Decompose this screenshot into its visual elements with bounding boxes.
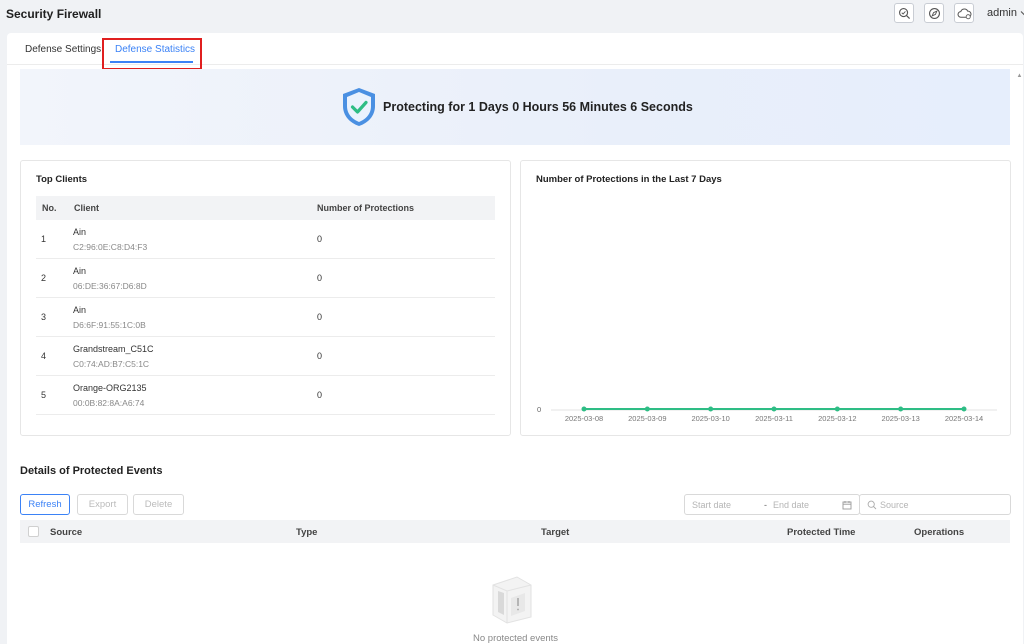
username: admin: [987, 7, 1017, 19]
calendar-icon: [842, 501, 852, 510]
user-menu[interactable]: admin: [987, 7, 1024, 19]
search-placeholder: Source: [880, 500, 909, 510]
column-header-target: Target: [541, 527, 570, 538]
protection-count: 0: [317, 351, 323, 361]
source-search-input[interactable]: Source: [859, 494, 1011, 515]
table-header: No. Client Number of Protections: [36, 196, 495, 220]
row-number: 1: [41, 234, 47, 244]
client-name: Ain: [73, 227, 87, 237]
tab-highlight-box: [102, 38, 202, 70]
start-date-input[interactable]: Start date: [692, 500, 731, 510]
top-clients-table: No. Client Number of Protections 1 Ain C…: [36, 196, 495, 415]
protections-chart: 0 2025-03-08 2025-03-09 2025-03-10 2025-03-1…: [537, 405, 997, 423]
data-point[interactable]: [961, 406, 967, 412]
table-row: 2 Ain 06:DE:36:67:D6:8D 0: [36, 259, 495, 298]
x-tick-label: 2025-03-08: [565, 414, 603, 423]
table-row: 3 Ain D6:6F:91:55:1C:0B 0: [36, 298, 495, 337]
column-header-source: Source: [50, 527, 83, 538]
shield-check-icon: [343, 88, 375, 126]
events-section-title: Details of Protected Events: [20, 465, 163, 477]
client-name: Grandstream_C51C: [73, 344, 154, 354]
main-card: Defense Settings Defense Statistics ▲ Pr…: [7, 33, 1023, 644]
column-header-no: No.: [42, 203, 57, 213]
cloud-button[interactable]: [954, 3, 974, 23]
top-clients-title: Top Clients: [36, 174, 88, 185]
top-bar: Security Firewall admin: [0, 0, 1024, 30]
delete-button[interactable]: Delete: [133, 494, 184, 515]
tab-bar: Defense Settings Defense Statistics: [7, 33, 1023, 70]
column-header-protected-time: Protected Time: [787, 527, 856, 538]
data-point[interactable]: [898, 406, 904, 412]
tab-defense-settings[interactable]: Defense Settings: [25, 44, 101, 55]
protection-count: 0: [317, 390, 323, 400]
table-row: 1 Ain C2:96:0E:C8:D4:F3 0: [36, 220, 495, 259]
export-button[interactable]: Export: [77, 494, 128, 515]
empty-state-text: No protected events: [473, 633, 559, 644]
client-name: Ain: [73, 266, 87, 276]
column-header-protections: Number of Protections: [317, 203, 415, 213]
data-point[interactable]: [771, 406, 777, 412]
row-number: 5: [41, 390, 47, 400]
protections-chart-panel: Number of Protections in the Last 7 Days…: [520, 160, 1011, 436]
search-settings-icon: [898, 7, 910, 19]
client-mac: D6:6F:91:55:1C:0B: [73, 320, 146, 330]
x-tick-label: 2025-03-14: [945, 414, 983, 423]
table-row: 4 Grandstream_C51C C0:74:AD:B7:C5:1C 0: [36, 337, 495, 376]
row-number: 2: [41, 273, 47, 283]
row-number: 3: [41, 312, 47, 322]
scroll-up-arrow-icon[interactable]: ▲: [1016, 73, 1023, 80]
data-point[interactable]: [581, 406, 587, 412]
x-tick-label: 2025-03-11: [755, 414, 793, 423]
column-header-operations: Operations: [914, 527, 965, 538]
y-tick-label: 0: [537, 405, 541, 414]
scrollbar[interactable]: ▲: [1016, 73, 1023, 644]
protection-banner: Protecting for 1 Days 0 Hours 56 Minutes…: [20, 69, 1010, 145]
column-header-type: Type: [296, 527, 318, 538]
refresh-button[interactable]: Refresh: [20, 494, 70, 515]
empty-state-icon: [492, 576, 532, 624]
cloud-icon: [957, 7, 971, 19]
search-icon: [867, 500, 877, 510]
data-point[interactable]: [834, 406, 840, 412]
chevron-down-icon: [1020, 11, 1024, 16]
events-table-header: Source Type Target Protected Time Operat…: [20, 520, 1010, 543]
protection-count: 0: [317, 312, 323, 322]
x-tick-label: 2025-03-13: [881, 414, 919, 423]
select-all-checkbox[interactable]: [28, 526, 39, 537]
protection-duration-text: Protecting for 1 Days 0 Hours 56 Minutes…: [383, 100, 693, 114]
data-point[interactable]: [644, 406, 650, 412]
date-range-picker[interactable]: Start date - End date: [684, 494, 860, 515]
compass-icon: [928, 7, 940, 19]
x-tick-label: 2025-03-09: [628, 414, 666, 423]
client-mac: 06:DE:36:67:D6:8D: [73, 281, 147, 291]
compass-button[interactable]: [924, 3, 944, 23]
row-number: 4: [41, 351, 47, 361]
x-tick-label: 2025-03-10: [691, 414, 729, 423]
column-header-client: Client: [74, 203, 100, 213]
client-mac: C0:74:AD:B7:C5:1C: [73, 359, 150, 369]
table-row: 5 Orange-ORG2135 00:0B:82:8A:A6:74 0: [36, 376, 495, 415]
client-mac: 00:0B:82:8A:A6:74: [73, 398, 145, 408]
client-mac: C2:96:0E:C8:D4:F3: [73, 242, 148, 252]
protection-count: 0: [317, 234, 323, 244]
client-name: Ain: [73, 305, 87, 315]
date-separator: -: [764, 500, 767, 510]
protection-count: 0: [317, 273, 323, 283]
app-title: Security Firewall: [6, 7, 102, 21]
end-date-input[interactable]: End date: [773, 500, 809, 510]
x-tick-label: 2025-03-12: [818, 414, 856, 423]
client-name: Orange-ORG2135: [73, 383, 147, 393]
search-settings-button[interactable]: [894, 3, 914, 23]
top-clients-panel: Top Clients No. Client Number of Protect…: [20, 160, 511, 436]
data-point[interactable]: [708, 406, 714, 412]
